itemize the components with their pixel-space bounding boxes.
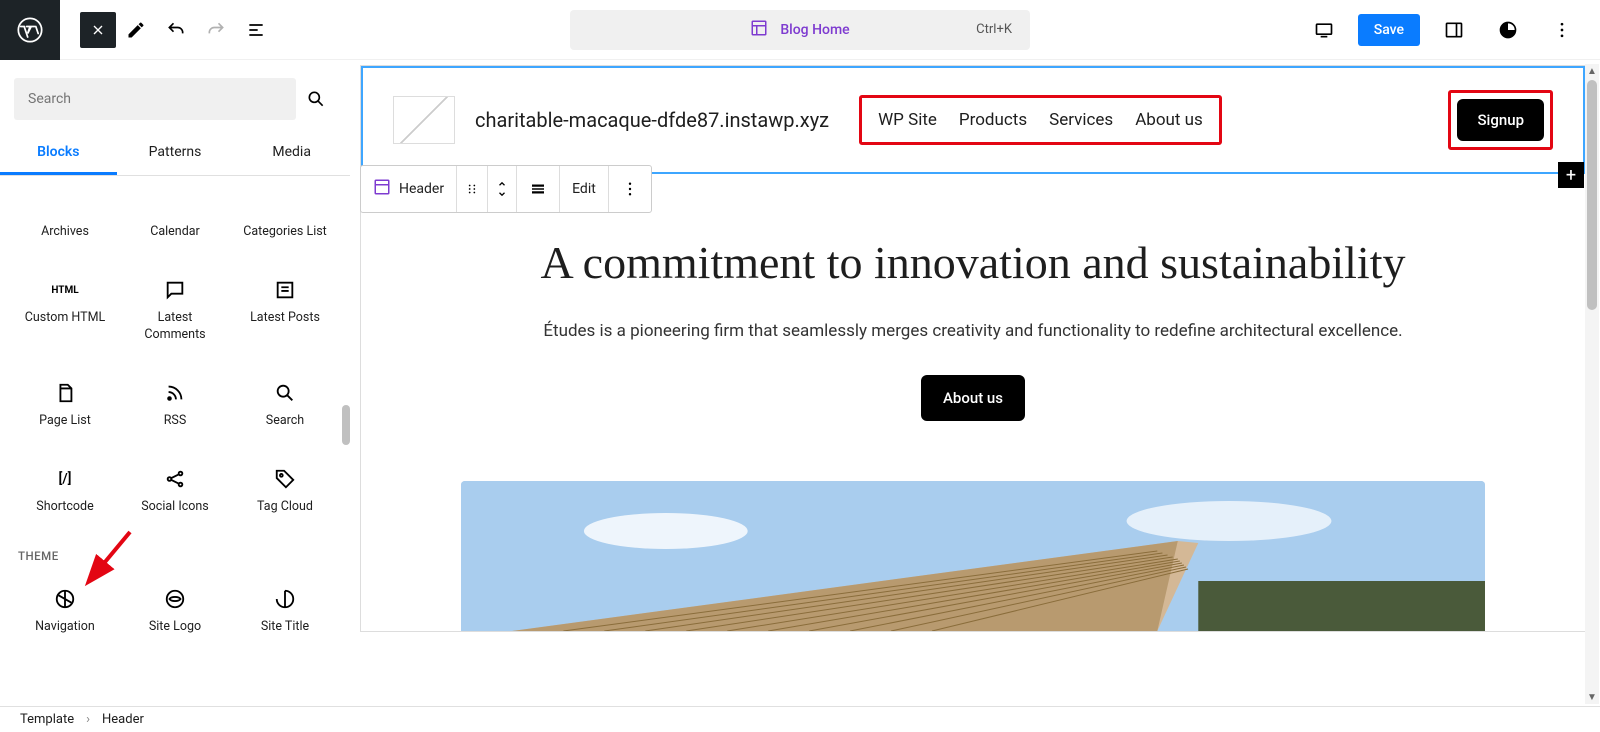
undo-button[interactable] [156, 10, 196, 50]
site-header-block[interactable]: charitable-macaque-dfde87.instawp.xyz WP… [361, 66, 1585, 174]
redo-button[interactable] [196, 10, 236, 50]
theme-section-heading: THEME [18, 549, 336, 563]
settings-sidebar-button[interactable] [1434, 10, 1474, 50]
block-categories-list[interactable]: Categories List [234, 184, 336, 248]
block-inserter-panel: Blocks Patterns Media Archives Calendar … [0, 60, 350, 706]
block-type-label: Header [399, 181, 444, 197]
block-type-button[interactable]: Header [361, 166, 457, 212]
breadcrumb-current[interactable]: Header [102, 712, 144, 727]
nav-item[interactable]: WP Site [878, 110, 937, 130]
command-shortcut: Ctrl+K [976, 22, 1012, 37]
view-button[interactable] [1304, 10, 1344, 50]
block-latest-comments[interactable]: Latest Comments [124, 270, 226, 351]
close-inserter-button[interactable] [80, 12, 116, 48]
edit-button[interactable]: Edit [560, 166, 609, 212]
template-part-icon [373, 178, 391, 200]
hero-paragraph[interactable]: Études is a pioneering firm that seamles… [441, 318, 1505, 345]
tab-patterns[interactable]: Patterns [117, 132, 234, 175]
breadcrumb: Template › Header [0, 706, 1600, 732]
scroll-up-icon[interactable]: ▲ [1585, 64, 1599, 78]
block-site-title[interactable]: Site Title [234, 579, 336, 643]
hero-heading[interactable]: A commitment to innovation and sustainab… [441, 234, 1505, 292]
nav-item[interactable]: Services [1049, 110, 1113, 130]
comment-icon [163, 278, 187, 302]
breadcrumb-root[interactable]: Template [20, 712, 74, 727]
block-search[interactable]: Search [234, 373, 336, 437]
block-custom-html[interactable]: HTMLCustom HTML [14, 270, 116, 351]
navigation-block[interactable]: WP Site Products Services About us [859, 95, 1222, 145]
canvas-scrollbar[interactable]: ▲ ▼ [1585, 64, 1599, 704]
navigation-icon [53, 587, 77, 611]
site-logo-icon [163, 587, 187, 611]
hero-cta-button[interactable]: About us [921, 375, 1025, 421]
pages-icon [53, 381, 77, 405]
signup-highlight: Signup [1448, 90, 1553, 150]
signup-button[interactable]: Signup [1457, 99, 1544, 141]
blocks-list[interactable]: Archives Calendar Categories List HTMLCu… [0, 176, 350, 706]
block-toolbar: Header Edit [360, 165, 652, 213]
scroll-down-icon[interactable]: ▼ [1585, 690, 1599, 704]
html-icon: HTML [53, 278, 77, 302]
block-options-button[interactable] [609, 166, 651, 212]
block-navigation[interactable]: Navigation [14, 579, 116, 643]
wordpress-logo[interactable] [0, 0, 60, 60]
template-icon [750, 19, 768, 41]
hero-section[interactable]: A commitment to innovation and sustainab… [361, 174, 1585, 461]
template-name: Blog Home [780, 22, 849, 38]
hero-image[interactable] [461, 481, 1485, 631]
block-latest-posts[interactable]: Latest Posts [234, 270, 336, 351]
site-logo-placeholder[interactable] [393, 96, 455, 144]
scrollbar-thumb[interactable] [1587, 80, 1597, 310]
search-icon[interactable] [296, 79, 336, 119]
panel-scrollbar-thumb[interactable] [342, 405, 350, 445]
template-selector[interactable]: Blog Home Ctrl+K [570, 10, 1030, 50]
save-button[interactable]: Save [1358, 14, 1420, 46]
block-rss[interactable]: RSS [124, 373, 226, 437]
tab-media[interactable]: Media [233, 132, 350, 175]
topbar-right: Save [1304, 10, 1600, 50]
editor-canvas[interactable]: charitable-macaque-dfde87.instawp.xyz WP… [360, 65, 1586, 706]
editor-topbar: Blog Home Ctrl+K Save [0, 0, 1600, 60]
site-title-text[interactable]: charitable-macaque-dfde87.instawp.xyz [475, 108, 829, 132]
block-tag-cloud[interactable]: Tag Cloud [234, 459, 336, 523]
block-calendar[interactable]: Calendar [124, 184, 226, 248]
posts-icon [273, 278, 297, 302]
block-shortcode[interactable]: [/]Shortcode [14, 459, 116, 523]
share-icon [163, 467, 187, 491]
block-archives[interactable]: Archives [14, 184, 116, 248]
drag-handle[interactable] [457, 166, 488, 212]
document-overview-button[interactable] [236, 10, 276, 50]
site-title-icon [273, 587, 297, 611]
tab-blocks[interactable]: Blocks [0, 132, 117, 175]
tools-button[interactable] [116, 10, 156, 50]
inserter-tabs: Blocks Patterns Media [0, 132, 350, 176]
nav-item[interactable]: Products [959, 110, 1027, 130]
chevron-right-icon: › [86, 712, 90, 727]
block-page-list[interactable]: Page List [14, 373, 116, 437]
options-button[interactable] [1542, 10, 1582, 50]
search-block-icon [273, 381, 297, 405]
styles-button[interactable] [1488, 10, 1528, 50]
rss-icon [163, 381, 187, 405]
tag-icon [273, 467, 297, 491]
search-input[interactable] [14, 78, 296, 120]
block-social-icons[interactable]: Social Icons [124, 459, 226, 523]
move-updown[interactable] [488, 166, 517, 212]
align-button[interactable] [517, 166, 560, 212]
shortcode-icon: [/] [53, 467, 77, 491]
nav-item[interactable]: About us [1135, 110, 1203, 130]
add-block-button[interactable]: + [1558, 162, 1584, 188]
block-site-logo[interactable]: Site Logo [124, 579, 226, 643]
